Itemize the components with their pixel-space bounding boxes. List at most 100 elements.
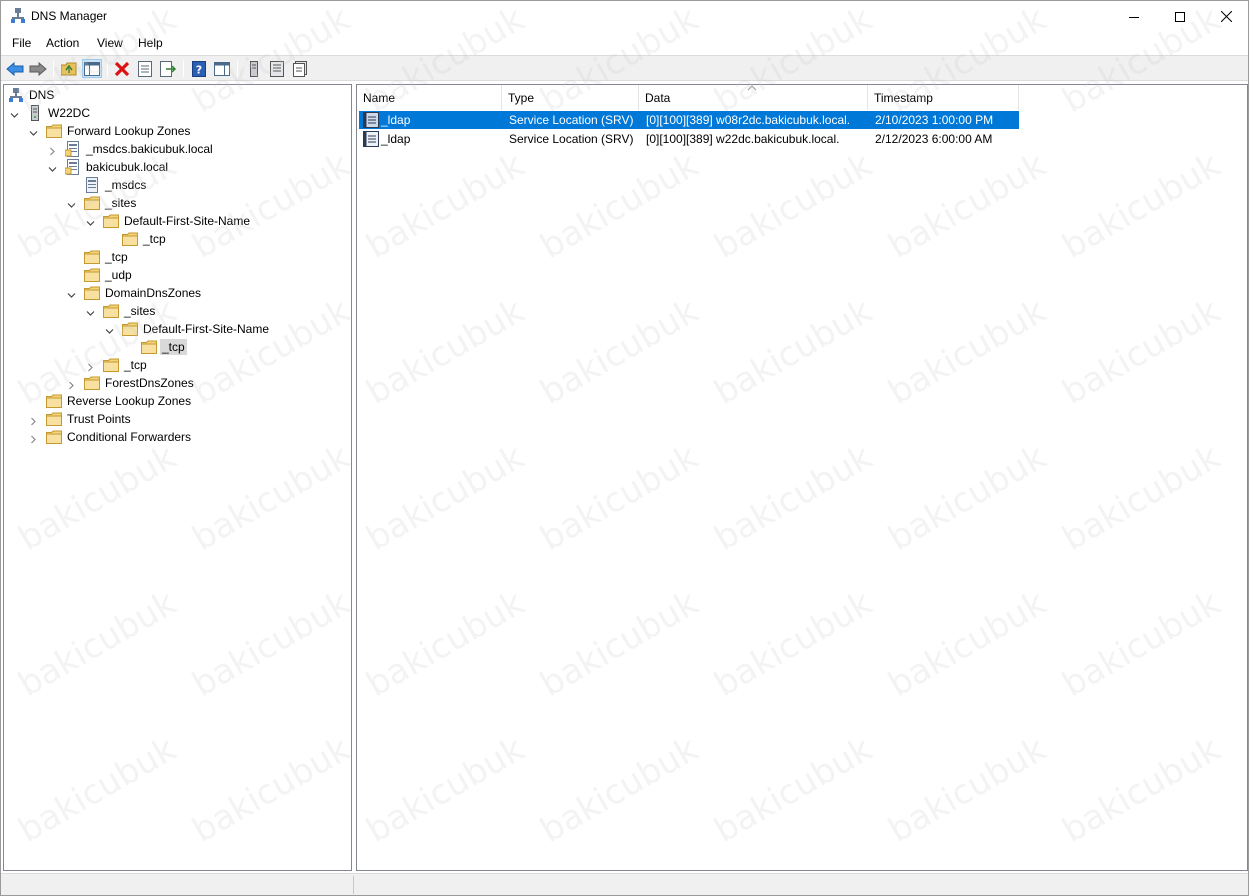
tree-item-tcp[interactable]: _tcp [84,248,130,266]
delete-icon [114,61,130,76]
folder-icon [103,357,119,373]
properties-icon [138,60,152,77]
maximize-button[interactable] [1157,1,1203,32]
delegation-icon [84,177,100,193]
menu-help[interactable]: Help [138,36,163,50]
cell-type: Service Location (SRV) [509,132,634,146]
expanded-chevron-icon[interactable] [86,307,95,316]
tree-item-label: _msdcs.bakicubuk.local [86,142,213,156]
export-list-button[interactable] [158,59,178,78]
menu-action[interactable]: Action [46,36,79,50]
dns-icon [8,87,24,103]
title-bar[interactable]: DNS Manager [1,1,1248,32]
cell-timestamp: 2/12/2023 6:00:00 AM [875,132,993,146]
results-list-pane[interactable]: Name Type Data Timestamp _ldap Service L… [356,84,1248,871]
show-hide-console-tree-button[interactable] [82,59,102,78]
column-header-type[interactable]: Type [502,85,639,110]
tree-item-udp[interactable]: _udp [84,266,134,284]
minimize-button[interactable] [1111,1,1157,32]
properties-button[interactable] [135,59,155,78]
collapsed-chevron-icon[interactable] [29,433,38,444]
new-alias-button[interactable] [267,59,287,78]
tree-item-reverse-lookup-zones[interactable]: Reverse Lookup Zones [46,392,193,410]
tree-item-forward-lookup-zones[interactable]: Forward Lookup Zones [29,122,192,140]
expanded-chevron-icon[interactable] [48,163,57,172]
tree-item-root[interactable]: DNS [8,86,56,104]
toolbar: ? [1,55,1248,81]
srv-record-icon [363,112,379,128]
tree-item-label: _sites [105,196,137,210]
folder-icon [46,393,62,409]
expanded-chevron-icon[interactable] [105,325,114,334]
zone-icon [64,159,81,175]
column-header-name[interactable]: Name [357,85,502,110]
forward-button[interactable] [28,59,48,78]
folder-icon [103,303,119,319]
close-button[interactable] [1203,1,1249,32]
tree-item-sites[interactable]: _sites [67,194,138,212]
collapsed-chevron-icon[interactable] [48,145,57,156]
zone-icon [64,141,81,157]
sort-ascending-icon [747,85,757,91]
tree-item-label: bakicubuk.local [86,160,169,174]
expanded-chevron-icon[interactable] [10,109,19,118]
folder-icon [46,411,62,427]
folder-icon [84,285,100,301]
tree-item-label: Forward Lookup Zones [67,124,191,138]
folder-icon [122,321,138,337]
tree-item-trust-points[interactable]: Trust Points [31,410,133,428]
new-mail-exchanger-button[interactable] [290,59,310,78]
expanded-chevron-icon[interactable] [29,127,38,136]
delete-button[interactable] [112,59,132,78]
column-header-timestamp[interactable]: Timestamp [868,85,1019,110]
expanded-chevron-icon[interactable] [86,217,95,226]
tree-item-dd-sites[interactable]: _sites [86,302,157,320]
tree-item-forest-dns-zones[interactable]: ForestDnsZones [69,374,196,392]
table-row[interactable]: _ldap Service Location (SRV) [0][100][38… [359,111,1019,129]
server-icon [27,105,43,121]
list-header: Name Type Data Timestamp [357,85,1019,110]
expanded-chevron-icon[interactable] [67,199,76,208]
folder-icon [122,231,138,247]
svg-text:?: ? [196,63,202,76]
tree-item-dd-default-site[interactable]: Default-First-Site-Name [105,320,271,338]
folder-icon [46,123,62,139]
show-hide-console-tree-icon [84,61,100,76]
cell-name: _ldap [381,132,411,146]
folder-icon [141,339,157,355]
cell-type: Service Location (SRV) [509,113,634,127]
tree-item-dd-site-tcp[interactable]: _tcp [141,338,187,356]
up-one-level-button[interactable] [59,59,79,78]
tree-item-label: _tcp [124,358,147,372]
tree-item-site-tcp[interactable]: _tcp [122,230,168,248]
dns-manager-app-icon [11,8,25,24]
tree-item-server[interactable]: W22DC [10,104,92,122]
help-icon: ? [192,60,206,77]
tree-item-domain-dns-zones[interactable]: DomainDnsZones [67,284,203,302]
tree-item-domain-zone[interactable]: bakicubuk.local [48,158,170,176]
show-action-pane-button[interactable] [212,59,232,78]
tree-item-default-site[interactable]: Default-First-Site-Name [86,212,252,230]
tree-item-conditional-forwarders[interactable]: Conditional Forwarders [31,428,193,446]
tree-item-dd-tcp[interactable]: _tcp [88,356,149,374]
tree-item-label: _tcp [143,232,166,246]
collapsed-chevron-icon[interactable] [29,415,38,426]
show-action-pane-icon [214,61,230,76]
tree-item-msdcs-zone[interactable]: _msdcs.bakicubuk.local [50,140,215,158]
export-list-icon [160,60,176,77]
tree-item-label: _sites [124,304,156,318]
collapsed-chevron-icon[interactable] [86,361,95,372]
collapsed-chevron-icon[interactable] [67,379,76,390]
menu-view[interactable]: View [97,36,123,50]
console-tree-pane[interactable]: DNS W22DC Forward Lookup Zones _msdcs.bakic… [3,84,352,871]
expanded-chevron-icon[interactable] [67,289,76,298]
back-arrow-icon [6,61,24,76]
tree-item-label: _msdcs [105,178,147,192]
back-button[interactable] [5,59,25,78]
new-host-button[interactable] [244,59,264,78]
table-row[interactable]: _ldap Service Location (SRV) [0][100][38… [359,130,1019,148]
help-button[interactable]: ? [189,59,209,78]
tree-item-msdcs-delegation[interactable]: _msdcs [84,176,148,194]
tree-item-label: Default-First-Site-Name [143,322,270,336]
menu-file[interactable]: File [12,36,31,50]
